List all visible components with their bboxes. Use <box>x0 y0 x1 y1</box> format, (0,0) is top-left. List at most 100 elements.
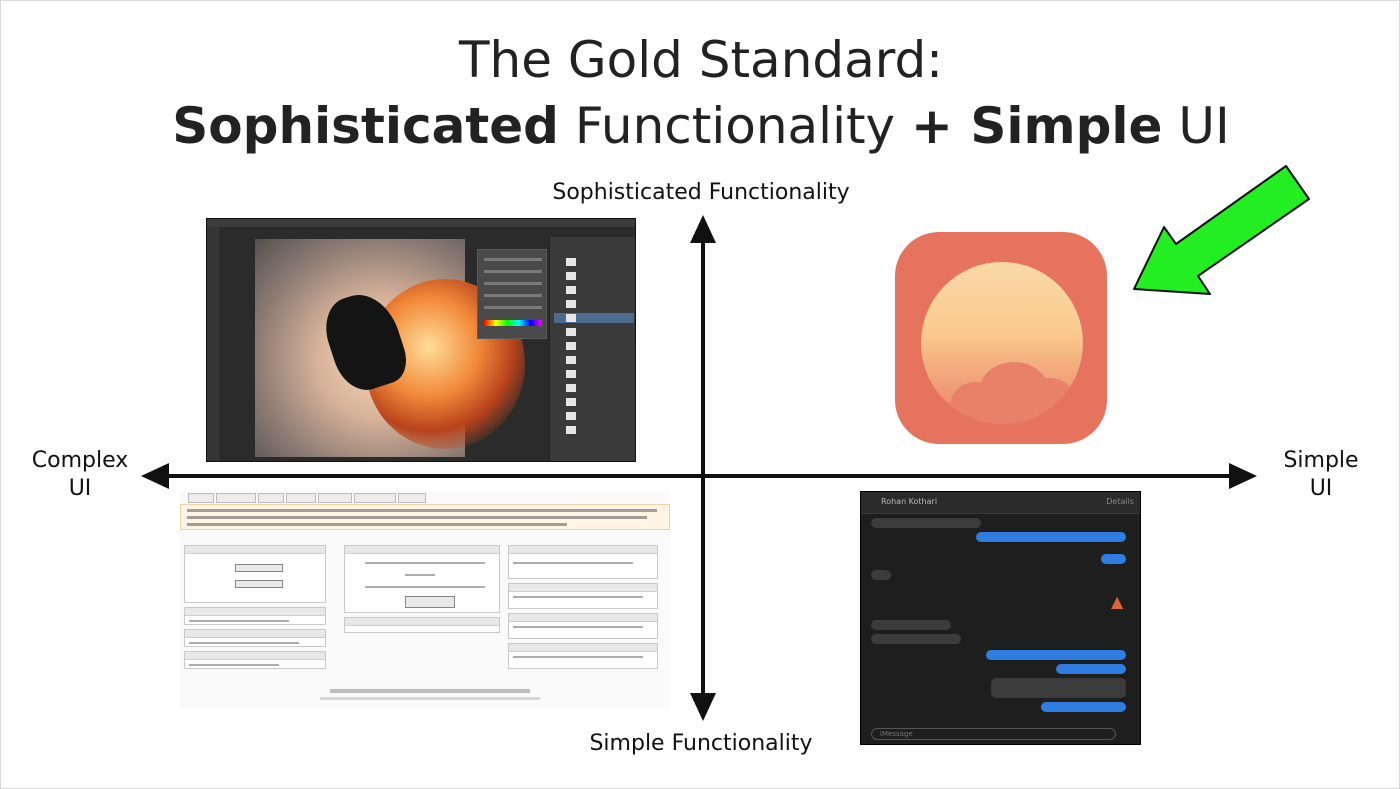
ps-layer-row <box>554 425 634 435</box>
web-tab <box>216 493 256 503</box>
messaging-screenshot: Rohan Kothari Details ▲ iMessage <box>860 491 1141 745</box>
web-text-line <box>405 574 435 576</box>
chat-bubble-sent <box>976 532 1126 542</box>
chat-bubble-sent <box>1041 702 1126 712</box>
axis-label-top: Sophisticated Functionality <box>552 180 850 205</box>
ps-layer-thumb <box>566 384 576 392</box>
web-text-line <box>189 642 299 644</box>
sun-circle <box>921 262 1083 424</box>
web-text-line <box>513 562 633 564</box>
ps-layer-thumb <box>566 258 576 266</box>
chat-bubble-received <box>871 620 951 630</box>
web-box-header <box>185 546 325 554</box>
axis-label-right-line1: Simple <box>1283 448 1359 473</box>
ps-layer-row <box>554 327 634 337</box>
web-tab <box>398 493 426 503</box>
ps-layer-thumb <box>566 342 576 350</box>
ps-layer-thumb <box>566 398 576 406</box>
ps-layer-row <box>554 383 634 393</box>
web-tab <box>318 493 352 503</box>
ps-panel-line <box>484 282 542 285</box>
ps-menubar <box>207 219 635 227</box>
web-box-header <box>185 630 325 638</box>
web-locations-box <box>344 545 500 613</box>
ps-layer-row <box>554 299 634 309</box>
web-search-field <box>235 580 283 588</box>
web-box-header <box>509 546 657 554</box>
ps-layer-thumb <box>566 314 576 322</box>
web-create-event-button <box>405 596 455 608</box>
web-text-line <box>189 620 289 622</box>
web-box-header <box>185 652 325 660</box>
web-tab <box>188 493 214 503</box>
web-text-line <box>189 664 279 666</box>
chat-bubble-received <box>871 634 961 644</box>
ps-layer-thumb <box>566 300 576 308</box>
web-quick-search-box <box>184 545 326 603</box>
chat-details-link: Details <box>1106 497 1134 506</box>
web-text-line <box>365 586 485 588</box>
web-box-header <box>509 584 657 592</box>
ps-toolbar <box>207 227 221 461</box>
axis-arrowhead-right <box>1229 463 1257 489</box>
web-notice-line <box>187 509 657 512</box>
chat-compose-placeholder: iMessage <box>880 730 913 738</box>
photoshop-screenshot <box>206 218 636 462</box>
web-search-field <box>235 564 283 572</box>
web-text-line <box>513 596 643 598</box>
axis-label-bottom: Simple Functionality <box>589 731 813 756</box>
ps-layer-row <box>554 285 634 295</box>
cloud-base <box>931 402 1081 424</box>
ps-layers-panel <box>549 237 635 461</box>
chat-bubble-sent <box>986 650 1126 660</box>
web-tab <box>354 493 396 503</box>
web-panel <box>184 629 326 647</box>
axis-label-right-line2: UI <box>1309 476 1333 501</box>
web-tab <box>286 493 316 503</box>
web-box-header <box>509 644 657 652</box>
ps-layer-thumb <box>566 328 576 336</box>
ps-panel-line <box>484 294 542 297</box>
ps-layer-row <box>554 411 634 421</box>
web-tab-bar <box>184 493 664 503</box>
ps-panel-line <box>484 258 542 261</box>
ps-layer-row <box>554 355 634 365</box>
ps-canvas <box>255 239 525 457</box>
web-dashboard-screenshot <box>180 491 670 709</box>
ps-color-spectrum <box>484 320 542 326</box>
ps-layer-thumb <box>566 272 576 280</box>
web-panel <box>184 651 326 669</box>
web-panel <box>184 607 326 625</box>
web-panel <box>508 583 658 609</box>
ps-layer-row <box>554 341 634 351</box>
chat-compose-field: iMessage <box>871 728 1116 740</box>
web-text-line <box>513 626 643 628</box>
web-tab <box>258 493 284 503</box>
web-notice-line <box>187 516 647 519</box>
ps-layer-row <box>554 271 634 281</box>
web-footer-links <box>330 689 530 693</box>
axis-label-left: Complex UI <box>15 447 145 503</box>
ps-layer-thumb <box>566 286 576 294</box>
ps-properties-panel <box>477 249 547 339</box>
sunrise-app-icon <box>895 232 1107 444</box>
web-text-line <box>513 656 643 658</box>
axis-label-left-line2: UI <box>68 476 92 501</box>
ps-layer-thumb <box>566 412 576 420</box>
ps-layer-row <box>554 369 634 379</box>
web-panel <box>344 617 500 633</box>
ps-layer-thumb <box>566 356 576 364</box>
chat-bubble-sent <box>1056 664 1126 674</box>
chat-header: Rohan Kothari Details <box>861 492 1140 514</box>
slide: The Gold Standard: Sophisticated Functio… <box>0 0 1400 789</box>
web-box-header <box>345 546 499 554</box>
web-footer-text <box>320 697 540 700</box>
chat-contact-name: Rohan Kothari <box>881 497 938 506</box>
rocket-icon: ▲ <box>1111 592 1124 611</box>
ps-layer-thumb <box>566 370 576 378</box>
ps-panel-line <box>484 270 542 273</box>
green-pointer-arrow-icon <box>1133 165 1310 295</box>
web-panel <box>508 613 658 639</box>
axis-arrowhead-top <box>690 215 716 243</box>
web-text-line <box>365 562 485 564</box>
